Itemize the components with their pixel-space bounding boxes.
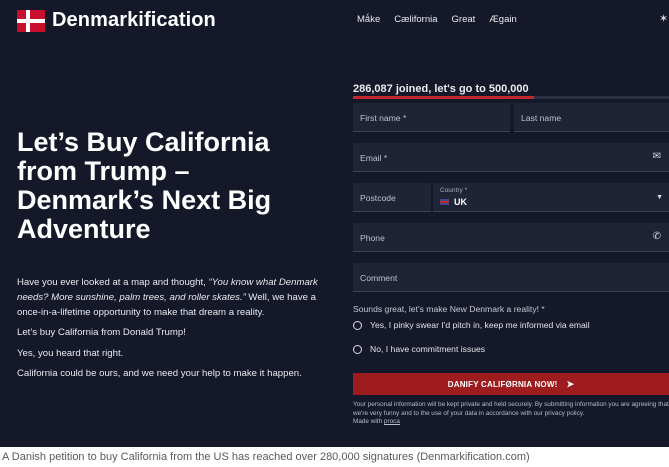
paragraph-buy: Let’s buy California from Donald Trump! [17,327,186,338]
signature-counter: 286,087 joined, let's go to 500,000 [353,83,529,95]
country-select[interactable]: Country * UK ▼ [433,183,669,212]
chevron-down-icon: ▼ [656,194,663,201]
phone-placeholder: Phone [360,233,385,243]
intro-text-start: Have you ever looked at a map and though… [17,277,209,288]
nav-item-california[interactable]: Cælifornia [394,14,437,25]
submit-button[interactable]: DANIFY CALIFØRNIA NOW! ➤ [353,373,669,395]
radio-yes[interactable]: Yes, I pinky swear I'd pitch in, keep me… [353,320,590,330]
nav-item-great[interactable]: Great [452,14,476,25]
radio-yes-label: Yes, I pinky swear I'd pitch in, keep me… [370,320,590,330]
email-placeholder: Email * [360,153,388,163]
sun-icon[interactable]: ✶ [659,12,668,25]
radio-no-circle[interactable] [353,344,362,354]
last-name-placeholder: Last name [521,113,562,123]
danish-flag-icon [17,9,45,32]
paragraph-heard: Yes, you heard that right. [17,348,124,359]
site-logo[interactable]: Denmarkification [17,9,216,32]
radio-no-label: No, I have commitment issues [370,344,486,354]
nav-item-make[interactable]: Mǻke [357,14,380,25]
first-name-placeholder: First name * [360,113,407,123]
comment-placeholder: Comment [360,273,398,283]
submit-label: DANIFY CALIFØRNIA NOW! [447,379,558,389]
intro-paragraph: Have you ever looked at a map and though… [17,275,342,320]
phone-field[interactable]: Phone ✆ [353,223,669,252]
send-icon: ➤ [566,378,575,389]
privacy-disclaimer: Your personal information will be kept p… [353,401,669,427]
disclaimer-text: Your personal information will be kept p… [353,401,669,417]
main-nav: Mǻke Cælifornia Great Ægain [357,14,517,25]
comment-field[interactable]: Comment [353,263,669,292]
uk-flag-icon [440,199,449,205]
country-label: Country * [440,187,468,194]
last-name-field[interactable]: Last name [514,103,669,132]
made-with-text: Made with [353,418,384,425]
consent-question: Sounds great, let's make New Denmark a r… [353,304,545,314]
first-name-field[interactable]: First name * [353,103,510,132]
progress-fill [353,96,534,99]
envelope-icon: ✉ [652,151,661,162]
page-title: Let’s Buy California from Trump – Denmar… [17,127,272,244]
email-field[interactable]: Email * ✉ [353,143,669,172]
paragraph-ours: California could be ours, and we need yo… [17,368,302,379]
proca-link[interactable]: proca [384,418,400,425]
country-value-text: UK [454,197,467,207]
image-caption: A Danish petition to buy California from… [2,451,530,463]
brand-name: Denmarkification [52,9,216,31]
signature-progress-bar [353,96,669,99]
country-value: UK [440,197,467,207]
radio-yes-circle[interactable] [353,320,362,330]
phone-icon: ✆ [652,231,661,242]
nav-item-again[interactable]: Ægain [489,14,516,25]
screenshot: Denmarkification Mǻke Cælifornia Great Æ… [0,0,669,447]
radio-no[interactable]: No, I have commitment issues [353,344,485,354]
